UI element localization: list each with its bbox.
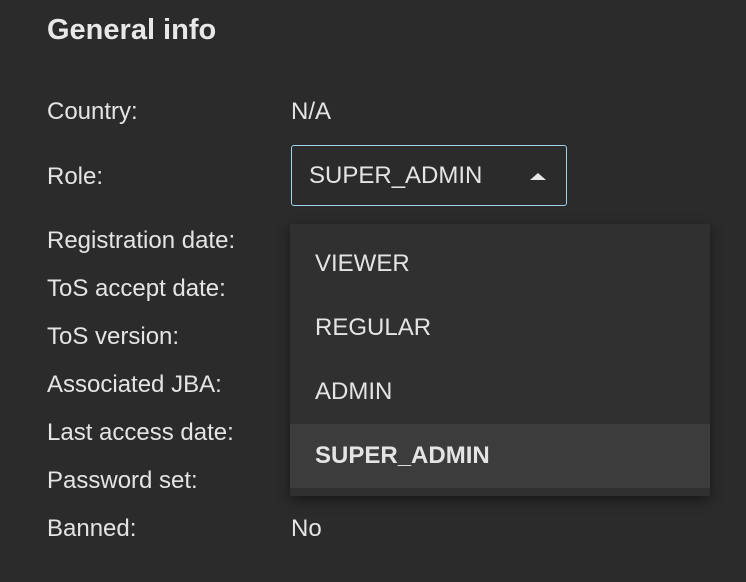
country-label: Country:: [47, 98, 138, 125]
role-select[interactable]: SUPER_ADMIN: [291, 145, 567, 206]
role-dropdown-menu: VIEWER REGULAR ADMIN SUPER_ADMIN: [290, 224, 710, 496]
role-option-regular[interactable]: REGULAR: [290, 296, 710, 360]
role-option-super-admin[interactable]: SUPER_ADMIN: [290, 424, 710, 488]
role-option-viewer[interactable]: VIEWER: [290, 232, 710, 296]
section-title: General info: [47, 14, 217, 46]
registration-date-label: Registration date:: [47, 227, 236, 254]
tos-version-label: ToS version:: [47, 323, 180, 350]
role-label: Role:: [47, 163, 104, 190]
role-option-admin[interactable]: ADMIN: [290, 360, 710, 424]
password-set-label: Password set:: [47, 467, 198, 494]
role-select-value: SUPER_ADMIN: [309, 161, 483, 189]
banned-label: Banned:: [47, 515, 137, 542]
associated-jba-label: Associated JBA:: [47, 371, 222, 398]
country-value: N/A: [291, 98, 332, 125]
last-access-date-label: Last access date:: [47, 419, 234, 446]
tos-accept-date-label: ToS accept date:: [47, 275, 226, 302]
banned-value: No: [291, 515, 322, 542]
caret-up-icon: [530, 173, 546, 180]
